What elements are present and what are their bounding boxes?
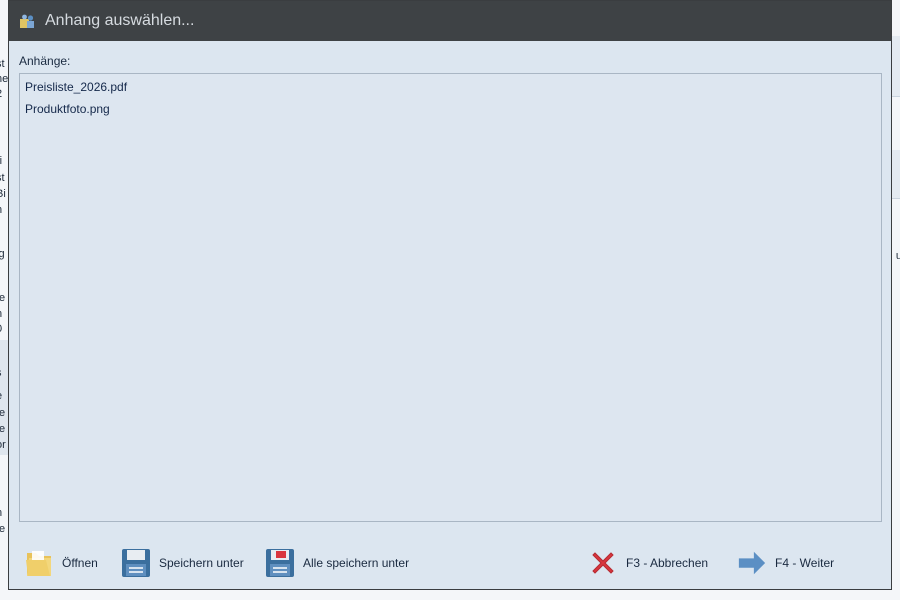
cancel-button[interactable]: F3 - Abbrechen — [588, 543, 708, 583]
bg-fragment: te — [0, 292, 6, 304]
background-row — [892, 36, 900, 57]
save-all-as-label: Alle speichern unter — [303, 556, 410, 570]
attachments-label: Anhänge: — [19, 54, 71, 68]
save-as-button[interactable]: Speichern unter — [121, 543, 244, 583]
folder-icon — [24, 548, 54, 578]
background-row — [892, 56, 900, 77]
bg-fragment: n — [0, 204, 2, 216]
background-app-left: st ne 2 ri st Bi n ig r te n 0 s e te te… — [0, 0, 8, 600]
bg-fragment: te — [0, 407, 6, 419]
bg-fragment: s — [0, 367, 2, 379]
bg-fragment: u — [895, 250, 900, 262]
dialog-actions: Öffnen Speichern unter Alle speichern un… — [9, 543, 891, 583]
bg-fragment: ne — [0, 73, 8, 85]
attachment-item[interactable]: Preisliste_2026.pdf — [20, 76, 881, 98]
bg-fragment: Bi — [0, 188, 6, 200]
open-label: Öffnen — [62, 556, 98, 570]
close-icon — [588, 548, 618, 578]
open-button[interactable]: Öffnen — [24, 543, 98, 583]
attachment-dialog: Anhang auswählen... Anhänge: Preisliste_… — [8, 0, 892, 590]
background-row — [892, 172, 900, 199]
attachment-item[interactable]: Produktfoto.png — [20, 98, 881, 120]
background-app-bottom — [0, 590, 900, 600]
bg-fragment: te — [0, 523, 6, 535]
dialog-titlebar[interactable]: Anhang auswählen... — [9, 1, 891, 41]
background-row — [892, 76, 900, 97]
save-all-as-button[interactable]: Alle speichern unter — [265, 543, 409, 583]
bg-fragment: 2 — [0, 88, 2, 100]
save-disk-icon — [265, 548, 295, 578]
bg-fragment: 0 — [0, 323, 2, 335]
bg-fragment: or — [0, 439, 6, 451]
background-row — [892, 150, 900, 173]
bg-fragment: ri — [0, 155, 3, 167]
arrow-right-icon — [737, 548, 767, 578]
attachments-list[interactable]: Preisliste_2026.pdf Produktfoto.png — [19, 73, 882, 522]
save-disk-icon — [121, 548, 151, 578]
save-as-label: Speichern unter — [159, 556, 244, 570]
dialog-title: Anhang auswählen... — [45, 12, 195, 29]
bg-fragment: n — [0, 308, 2, 320]
bg-fragment: st — [0, 58, 5, 70]
attachment-dialog-icon — [18, 12, 36, 30]
bg-fragment: st — [0, 172, 5, 184]
next-button[interactable]: F4 - Weiter — [737, 543, 834, 583]
bg-fragment: ig — [0, 248, 5, 260]
next-label: F4 - Weiter — [775, 556, 835, 570]
background-app-right: u — [892, 0, 900, 600]
bg-fragment: n — [0, 507, 2, 519]
cancel-label: F3 - Abbrechen — [626, 556, 709, 570]
bg-fragment: te — [0, 423, 6, 435]
bg-fragment: e — [0, 390, 2, 402]
